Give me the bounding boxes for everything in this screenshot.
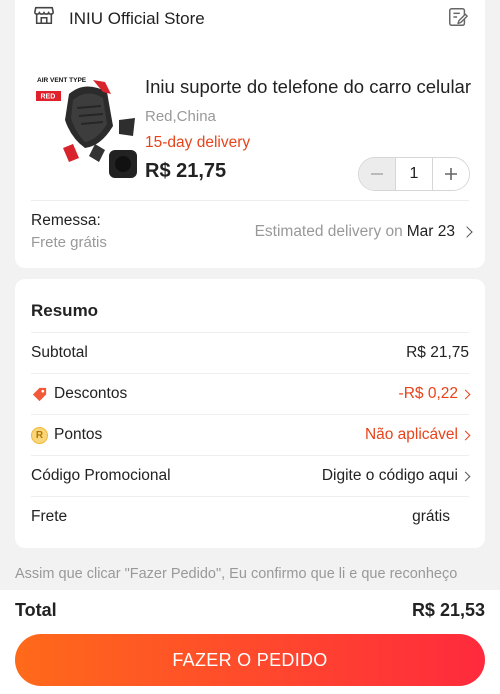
minus-icon <box>371 173 383 175</box>
product-variant: Red,China <box>145 108 216 125</box>
coin-icon: R <box>31 426 48 444</box>
thumb-badge-bottom: RED <box>41 94 56 101</box>
summary-row-promo-code[interactable]: Código Promocional Digite o código aqui <box>31 455 471 496</box>
shipping-value: Frete grátis <box>31 234 107 251</box>
product-title[interactable]: Iniu suporte do telefone do carro celula… <box>145 76 475 98</box>
product-delivery-time: 15-day delivery <box>145 134 251 151</box>
summary-row-points[interactable]: R Pontos Não aplicável <box>31 414 471 455</box>
summary-title: Resumo <box>31 301 99 320</box>
store-name[interactable]: INIU Official Store <box>69 9 205 29</box>
discounts-value: -R$ 0,22 <box>398 385 458 402</box>
estimated-delivery-prefix: Estimated delivery on <box>254 223 403 240</box>
promo-code-label: Código Promocional <box>31 467 171 484</box>
discount-tag-icon <box>32 387 47 401</box>
quantity-stepper: 1 <box>358 157 470 191</box>
shipping-label: Remessa: <box>31 212 101 229</box>
subtotal-label: Subtotal <box>31 344 88 361</box>
thumb-badge-top: AIR VENT TYPE <box>37 77 87 84</box>
discounts-label: Descontos <box>54 385 128 402</box>
shipping-fee-value: grátis <box>412 508 450 525</box>
chevron-right-icon <box>461 226 473 238</box>
estimated-delivery-date: Mar 23 <box>406 223 455 240</box>
total-value: R$ 21,53 <box>411 600 485 620</box>
summary-card: Resumo Subtotal R$ 21,75 Descontos -R$ 0… <box>15 279 485 548</box>
store-icon <box>34 6 54 25</box>
estimated-delivery-link[interactable]: Estimated delivery on Mar 23 <box>254 223 473 241</box>
summary-row-shipping: Frete grátis <box>31 496 469 537</box>
product-image[interactable]: AIR VENT TYPE RED <box>33 72 141 180</box>
shipping-fee-label: Frete <box>31 508 68 525</box>
points-value: Não aplicável <box>364 426 458 443</box>
decrease-quantity-button[interactable] <box>359 158 395 190</box>
plus-icon <box>445 168 457 180</box>
subtotal-value: R$ 21,75 <box>406 344 469 361</box>
summary-row-subtotal: Subtotal R$ 21,75 <box>31 332 469 373</box>
increase-quantity-button[interactable] <box>433 158 469 190</box>
quantity-value[interactable]: 1 <box>395 158 433 190</box>
points-label: Pontos <box>54 426 103 443</box>
edit-note-icon[interactable] <box>447 6 469 28</box>
checkout-footer: Total R$ 21,53 FAZER O PEDIDO <box>0 590 500 694</box>
legal-notice: Assim que clicar "Fazer Pedido", Eu conf… <box>15 566 458 582</box>
chevron-right-icon <box>460 389 471 399</box>
summary-row-discounts[interactable]: Descontos -R$ 0,22 <box>31 373 471 414</box>
store-card: INIU Official Store AIR VENT TYPE RED In… <box>15 0 485 268</box>
product-price: R$ 21,75 <box>145 160 227 182</box>
place-order-button[interactable]: FAZER O PEDIDO <box>15 634 485 686</box>
total-label: Total <box>15 600 57 620</box>
chevron-right-icon <box>460 430 471 440</box>
promo-code-value: Digite o código aqui <box>321 467 458 484</box>
chevron-right-icon <box>460 471 471 481</box>
divider <box>31 200 469 201</box>
